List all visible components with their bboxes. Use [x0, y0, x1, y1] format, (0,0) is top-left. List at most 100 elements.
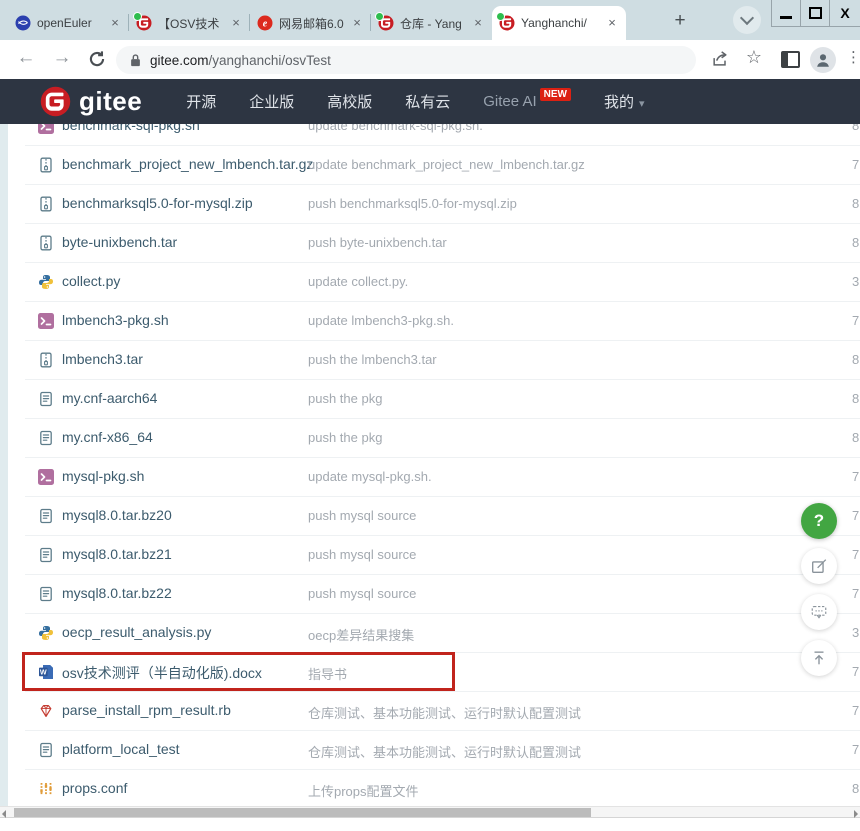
side-panel-icon[interactable]: [781, 51, 800, 68]
file-name-link[interactable]: collect.py: [62, 273, 120, 289]
file-name-link[interactable]: props.conf: [62, 780, 127, 796]
gitee-logo[interactable]: gitee: [40, 86, 142, 117]
table-row[interactable]: lmbench3-pkg.sh update lmbench3-pkg.sh. …: [25, 302, 860, 341]
commit-message-link[interactable]: 上传props配置文件: [308, 781, 419, 800]
reload-icon[interactable]: [88, 50, 106, 68]
notification-dot-icon: [133, 12, 142, 21]
commit-message-link[interactable]: push mysql source: [308, 508, 416, 523]
tab-overflow-button[interactable]: [733, 6, 761, 34]
file-name-link[interactable]: mysql8.0.tar.bz22: [62, 585, 172, 601]
file-name-link[interactable]: mysql-pkg.sh: [62, 468, 144, 484]
file-name-link[interactable]: benchmarksql5.0-for-mysql.zip: [62, 195, 253, 211]
nav-link-6[interactable]: 我的▾: [604, 91, 645, 112]
commit-message-link[interactable]: push byte-unixbench.tar: [308, 235, 447, 250]
feedback-button[interactable]: [801, 548, 837, 584]
browser-tab[interactable]: 仓库 - Yang ×: [371, 6, 492, 40]
share-icon[interactable]: [710, 49, 730, 69]
table-row[interactable]: oecp_result_analysis.py oecp差异结果搜集 3: [25, 614, 860, 653]
table-row[interactable]: parse_install_rpm_result.rb 仓库测试、基本功能测试、…: [25, 692, 860, 731]
text-file-icon: [38, 391, 54, 407]
bookmark-star-icon[interactable]: ☆: [744, 47, 764, 68]
table-row[interactable]: benchmark-sql-pkg.sh update benchmark-sq…: [25, 124, 860, 146]
browser-tab[interactable]: Yanghanchi/ ×: [492, 6, 626, 40]
scroll-left-icon[interactable]: [2, 810, 6, 818]
file-name-link[interactable]: lmbench3-pkg.sh: [62, 312, 169, 328]
maximize-button[interactable]: [801, 0, 830, 26]
horizontal-scrollbar[interactable]: [0, 806, 860, 818]
profile-avatar[interactable]: [810, 47, 836, 73]
commit-message-link[interactable]: update mysql-pkg.sh.: [308, 469, 432, 484]
file-name-link[interactable]: benchmark_project_new_lmbench.tar.gz: [62, 156, 313, 172]
file-name-link[interactable]: platform_local_test: [62, 741, 180, 757]
scrollbar-thumb[interactable]: [14, 808, 591, 817]
commit-message-link[interactable]: push mysql source: [308, 547, 416, 562]
table-row[interactable]: mysql-pkg.sh update mysql-pkg.sh. 7: [25, 458, 860, 497]
file-name-link[interactable]: mysql8.0.tar.bz21: [62, 546, 172, 562]
file-name-link[interactable]: mysql8.0.tar.bz20: [62, 507, 172, 523]
browser-tab[interactable]: openEuler ×: [8, 6, 129, 40]
commit-message-link[interactable]: update benchmark-sql-pkg.sh.: [308, 124, 483, 133]
file-name-link[interactable]: benchmark-sql-pkg.sh: [62, 124, 200, 133]
commit-message-link[interactable]: push the pkg: [308, 391, 382, 406]
notification-dot-icon: [496, 12, 505, 21]
table-row[interactable]: byte-unixbench.tar push byte-unixbench.t…: [25, 224, 860, 263]
file-name-link[interactable]: my.cnf-aarch64: [62, 390, 157, 406]
commit-message-link[interactable]: push benchmarksql5.0-for-mysql.zip: [308, 196, 517, 211]
commit-message-link[interactable]: update collect.py.: [308, 274, 408, 289]
table-row[interactable]: benchmark_project_new_lmbench.tar.gz upd…: [25, 146, 860, 185]
file-name-link[interactable]: lmbench3.tar: [62, 351, 143, 367]
tab-close-icon[interactable]: ×: [229, 16, 243, 30]
nav-link-2[interactable]: 企业版: [249, 91, 294, 112]
new-tab-button[interactable]: +: [668, 9, 692, 33]
table-row[interactable]: collect.py update collect.py. 3: [25, 263, 860, 302]
table-row[interactable]: mysql8.0.tar.bz22 push mysql source 7: [25, 575, 860, 614]
file-name-link[interactable]: my.cnf-x86_64: [62, 429, 153, 445]
scroll-right-icon[interactable]: [854, 810, 858, 818]
table-row[interactable]: my.cnf-aarch64 push the pkg 8: [25, 380, 860, 419]
back-to-top-button[interactable]: [801, 640, 837, 676]
table-row[interactable]: props.conf 上传props配置文件 8: [25, 770, 860, 806]
table-row[interactable]: benchmarksql5.0-for-mysql.zip push bench…: [25, 185, 860, 224]
file-name-link[interactable]: parse_install_rpm_result.rb: [62, 702, 231, 718]
commit-message-link[interactable]: push mysql source: [308, 586, 416, 601]
commit-message-link[interactable]: oecp差异结果搜集: [308, 625, 414, 644]
last-update-fragment: 7: [852, 547, 859, 562]
comment-button[interactable]: [801, 594, 837, 630]
commit-message-link[interactable]: 仓库测试、基本功能测试、运行时默认配置测试: [308, 742, 581, 761]
commit-message-link[interactable]: 仓库测试、基本功能测试、运行时默认配置测试: [308, 703, 581, 722]
table-row[interactable]: mysql8.0.tar.bz21 push mysql source 7: [25, 536, 860, 575]
forward-icon[interactable]: →: [50, 47, 74, 69]
commit-message-link[interactable]: push the lmbench3.tar: [308, 352, 437, 367]
back-icon[interactable]: ←: [14, 47, 38, 69]
tab-close-icon[interactable]: ×: [350, 16, 364, 30]
nav-link-5[interactable]: Gitee AINEW: [483, 93, 571, 110]
tab-close-icon[interactable]: ×: [471, 16, 485, 30]
commit-message-link[interactable]: update lmbench3-pkg.sh.: [308, 313, 454, 328]
minimize-button[interactable]: [772, 0, 801, 26]
nav-link-3[interactable]: 高校版: [327, 91, 372, 112]
commit-message-link[interactable]: 指导书: [308, 664, 347, 683]
nav-link-1[interactable]: 开源: [186, 91, 216, 112]
help-button[interactable]: ?: [801, 503, 837, 539]
close-button[interactable]: X: [830, 0, 860, 26]
file-name-link[interactable]: osv技术测评（半自动化版).docx: [62, 663, 262, 683]
table-row[interactable]: platform_local_test 仓库测试、基本功能测试、运行时默认配置测…: [25, 731, 860, 770]
tab-close-icon[interactable]: ×: [108, 16, 122, 30]
commit-message-link[interactable]: push the pkg: [308, 430, 382, 445]
browser-tab[interactable]: 【OSV技术 ×: [129, 6, 250, 40]
nav-link-label: 高校版: [327, 94, 372, 111]
file-name-link[interactable]: byte-unixbench.tar: [62, 234, 177, 250]
text-file-icon: [38, 547, 54, 563]
address-bar[interactable]: gitee.com/yanghanchi/osvTest: [116, 46, 696, 74]
nav-link-4[interactable]: 私有云: [405, 91, 450, 112]
commit-message-link[interactable]: update benchmark_project_new_lmbench.tar…: [308, 157, 585, 172]
tab-close-icon[interactable]: ×: [605, 16, 619, 30]
file-name-link[interactable]: oecp_result_analysis.py: [62, 624, 211, 640]
browser-menu-icon[interactable]: ⋮: [846, 48, 860, 66]
table-row[interactable]: W osv技术测评（半自动化版).docx 指导书 7: [25, 653, 860, 692]
table-row[interactable]: lmbench3.tar push the lmbench3.tar 8: [25, 341, 860, 380]
table-row[interactable]: my.cnf-x86_64 push the pkg 8: [25, 419, 860, 458]
table-row[interactable]: mysql8.0.tar.bz20 push mysql source 7: [25, 497, 860, 536]
text-file-icon: [38, 430, 54, 446]
browser-tab[interactable]: e 网易邮箱6.0 ×: [250, 6, 371, 40]
